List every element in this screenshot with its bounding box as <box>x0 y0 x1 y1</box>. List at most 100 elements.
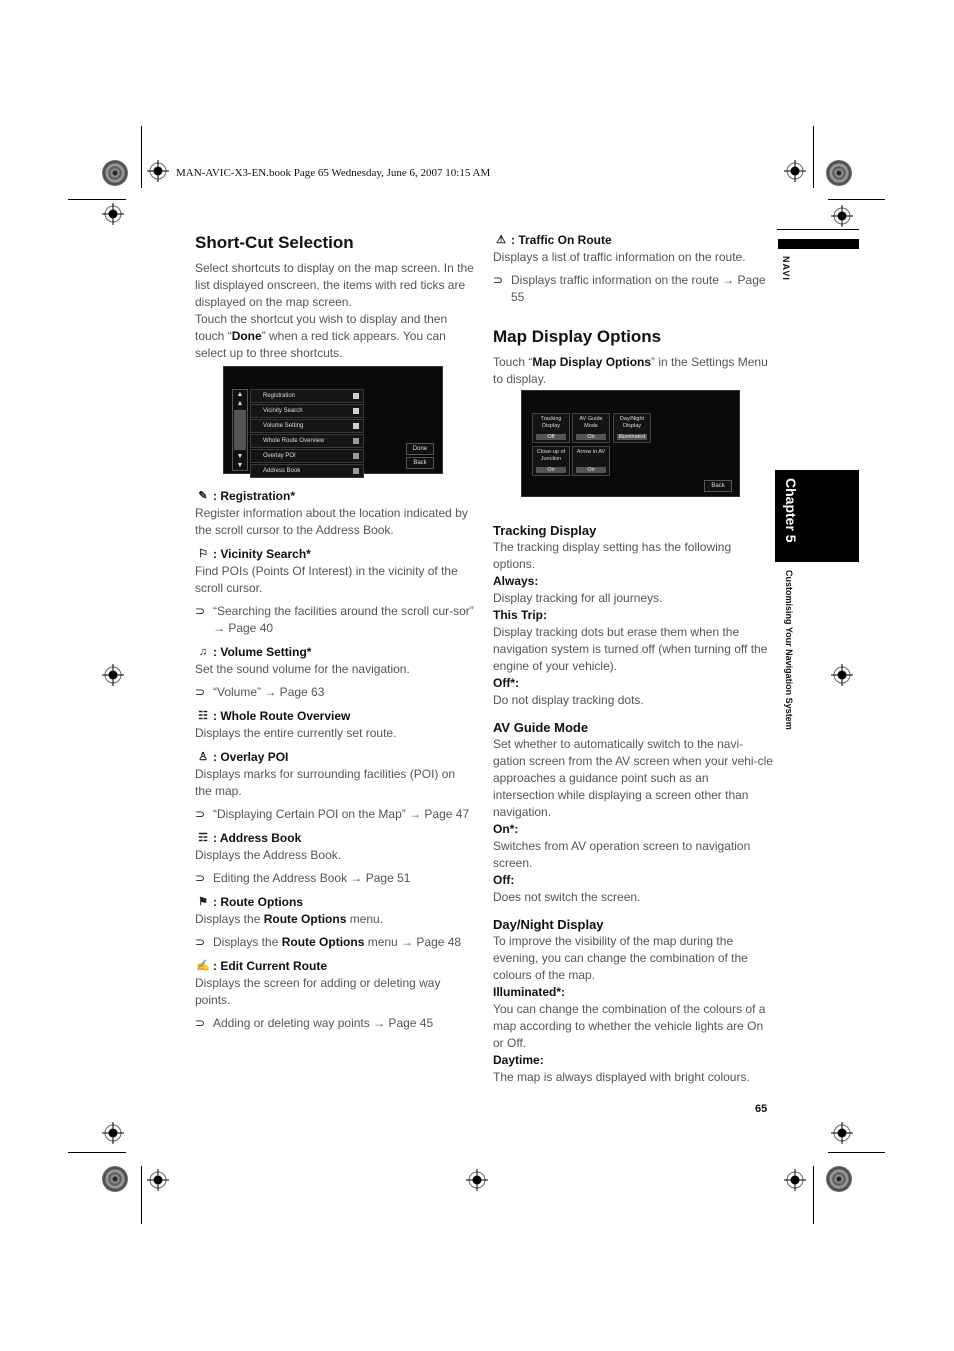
shortcut-list-row: Overlay POI <box>250 449 364 463</box>
color-disc-icon <box>102 160 128 186</box>
option-name: This Trip: <box>493 608 547 622</box>
crop-line <box>141 126 142 188</box>
item-title: : Registration* <box>213 489 296 503</box>
option-value: On <box>576 434 606 440</box>
shortcut-item-list: ✎ : Registration* Register information abo… <box>195 488 475 1032</box>
crop-line <box>828 1152 885 1153</box>
right-column: ⚠ : Traffic On Route Displays a list of … <box>493 232 773 1086</box>
reference-arrow-icon: ⊃ <box>195 1016 206 1030</box>
option-section-title: Tracking Display <box>493 523 597 538</box>
text: menu → Page 48 <box>364 935 462 949</box>
registration-mark-icon <box>784 1169 806 1191</box>
text: Displays the <box>195 912 264 926</box>
option-label: Tracking Display <box>540 416 562 429</box>
page-reference: ⊃ “Searching the facilities around the sc… <box>195 603 475 637</box>
item-title: : Edit Current Route <box>213 959 327 973</box>
option-label: Arrow in AV <box>576 449 606 455</box>
option-description: Display tracking dots but erase them whe… <box>493 625 768 673</box>
option-tile: Day/Night Display Illuminated <box>613 413 651 443</box>
chapter-section-label: Customising Your Navigation System <box>784 570 794 730</box>
item-heading: ✍: Edit Current Route <box>195 958 475 975</box>
reference-arrow-icon: ⊃ <box>195 604 206 618</box>
option-name: Off: <box>493 873 515 887</box>
page-reference: ⊃ Displays traffic information on the rou… <box>493 273 766 304</box>
registration-mark-icon <box>102 203 124 225</box>
option-section-day-night: Day/Night Display To improve the visibili… <box>493 916 773 1086</box>
reference-text: “Searching the facilities around the scr… <box>213 604 474 635</box>
item-title: : Overlay POI <box>213 750 289 764</box>
registration-mark-icon <box>102 664 124 686</box>
option-section-description: Set whether to automatically switch to t… <box>493 737 773 819</box>
reference-arrow-icon: ⊃ <box>195 935 206 949</box>
item-description: Displays marks for surrounding facilitie… <box>195 767 456 798</box>
registration-mark-icon <box>147 160 169 182</box>
checkbox-icon <box>353 468 359 474</box>
option-section-tracking: Tracking Display The tracking display set… <box>493 522 773 709</box>
scroll-up-icon: ▲ ▲ <box>236 391 244 407</box>
option-description: Do not display tracking dots. <box>493 693 644 707</box>
traffic-on-route-icon: ⚠ <box>496 234 506 246</box>
checkbox-icon <box>353 453 359 459</box>
option-tile: Arrow in AV On <box>572 446 610 476</box>
section-title: Short-Cut Selection <box>195 233 354 252</box>
crop-line <box>68 1152 126 1153</box>
reference-arrow-icon: ⊃ <box>493 273 504 287</box>
page-reference: ⊃ Adding or deleting way points → Page 45 <box>195 1015 475 1032</box>
shortcut-item: ☷: Whole Route Overview Displays the enti… <box>195 708 475 742</box>
crop-line <box>828 199 885 200</box>
registration-mark-icon <box>831 664 853 686</box>
option-name: Always: <box>493 574 539 588</box>
option-tile: Tracking Display Off <box>532 413 570 443</box>
checkbox-icon <box>353 438 359 444</box>
option-description: You can change the combination of the co… <box>493 1002 766 1050</box>
registration-icon: ✎ <box>198 490 208 502</box>
option-section-description: To improve the visibility of the map dur… <box>493 934 748 982</box>
page-reference: ⊃ Displays the Route Options menu → Page … <box>195 934 475 951</box>
print-header: MAN-AVIC-X3-EN.book Page 65 Wednesday, J… <box>176 167 491 179</box>
item-title: : Volume Setting* <box>213 645 312 659</box>
shortcut-selection-screenshot: ▲ ▲ ▼ ▼ Registration Vicinity Search Volume … <box>223 366 443 478</box>
map-display-options-screenshot: Tracking Display Off AV Guide Mode On Day/Ni… <box>521 390 740 497</box>
option-description: The map is always displayed with bright … <box>493 1070 750 1084</box>
traffic-on-route-heading: ⚠ : Traffic On Route <box>493 232 773 249</box>
option-section-description: The tracking display setting has the fol… <box>493 540 732 571</box>
option-label: Day/Night Display <box>619 416 645 429</box>
shortcut-item: ✍: Edit Current Route Displays the screen… <box>195 958 475 1032</box>
scrollbar: ▲ ▲ ▼ ▼ <box>232 389 248 471</box>
option-description: Does not switch the screen. <box>493 890 641 904</box>
intro-paragraph: Select shortcuts to display on the map s… <box>195 261 474 309</box>
item-description: Register information about the location … <box>195 506 468 537</box>
item-description: Displays the entire currently set route. <box>195 726 397 740</box>
color-disc-icon <box>102 1166 128 1192</box>
chapter-label: Chapter 5 <box>783 478 799 543</box>
edit-current-route-icon: ✍ <box>196 960 210 972</box>
checkbox-icon <box>353 408 359 414</box>
shortcut-item: ⚑: Route Options Displays the Route Optio… <box>195 894 475 951</box>
scroll-thumb <box>234 410 246 450</box>
reference-text: “Displaying Certain POI on the Map” → Pa… <box>213 807 470 821</box>
shortcut-item: ☶: Address Book Displays the Address Book… <box>195 830 475 887</box>
shortcut-item: ♙ : Overlay POI Displays marks for surrou… <box>195 749 475 823</box>
shortcut-list: Registration Vicinity Search Volume Settin… <box>250 389 364 479</box>
intro-paragraph: Touch “Map Display Options” in the Setti… <box>493 355 768 386</box>
item-description: Find POIs (Points Of Interest) in the vi… <box>195 564 458 595</box>
intro-paragraph: Touch the shortcut you wish to display a… <box>195 312 448 360</box>
option-section-title: AV Guide Mode <box>493 720 589 735</box>
section-title: Map Display Options <box>493 327 662 346</box>
checkbox-icon <box>353 393 359 399</box>
shortcut-list-row: Whole Route Overview <box>250 434 364 448</box>
option-description: Switches from AV operation screen to nav… <box>493 839 751 870</box>
option-name: Off*: <box>493 676 519 690</box>
option-value: Off <box>536 434 566 440</box>
crop-line <box>777 229 859 230</box>
back-button: Back <box>406 457 434 469</box>
map-display-option-list: Tracking Display The tracking display set… <box>493 522 773 1086</box>
item-title: : Address Book <box>213 831 302 845</box>
registration-mark-icon <box>831 1122 853 1144</box>
shortcut-list-row: Volume Setting <box>250 419 364 433</box>
color-disc-icon <box>826 1166 852 1192</box>
reference-text: Editing the Address Book → Page 51 <box>213 871 411 885</box>
registration-mark-icon <box>466 1169 488 1191</box>
text: Displays the <box>213 935 282 949</box>
option-name: Daytime: <box>493 1053 544 1067</box>
